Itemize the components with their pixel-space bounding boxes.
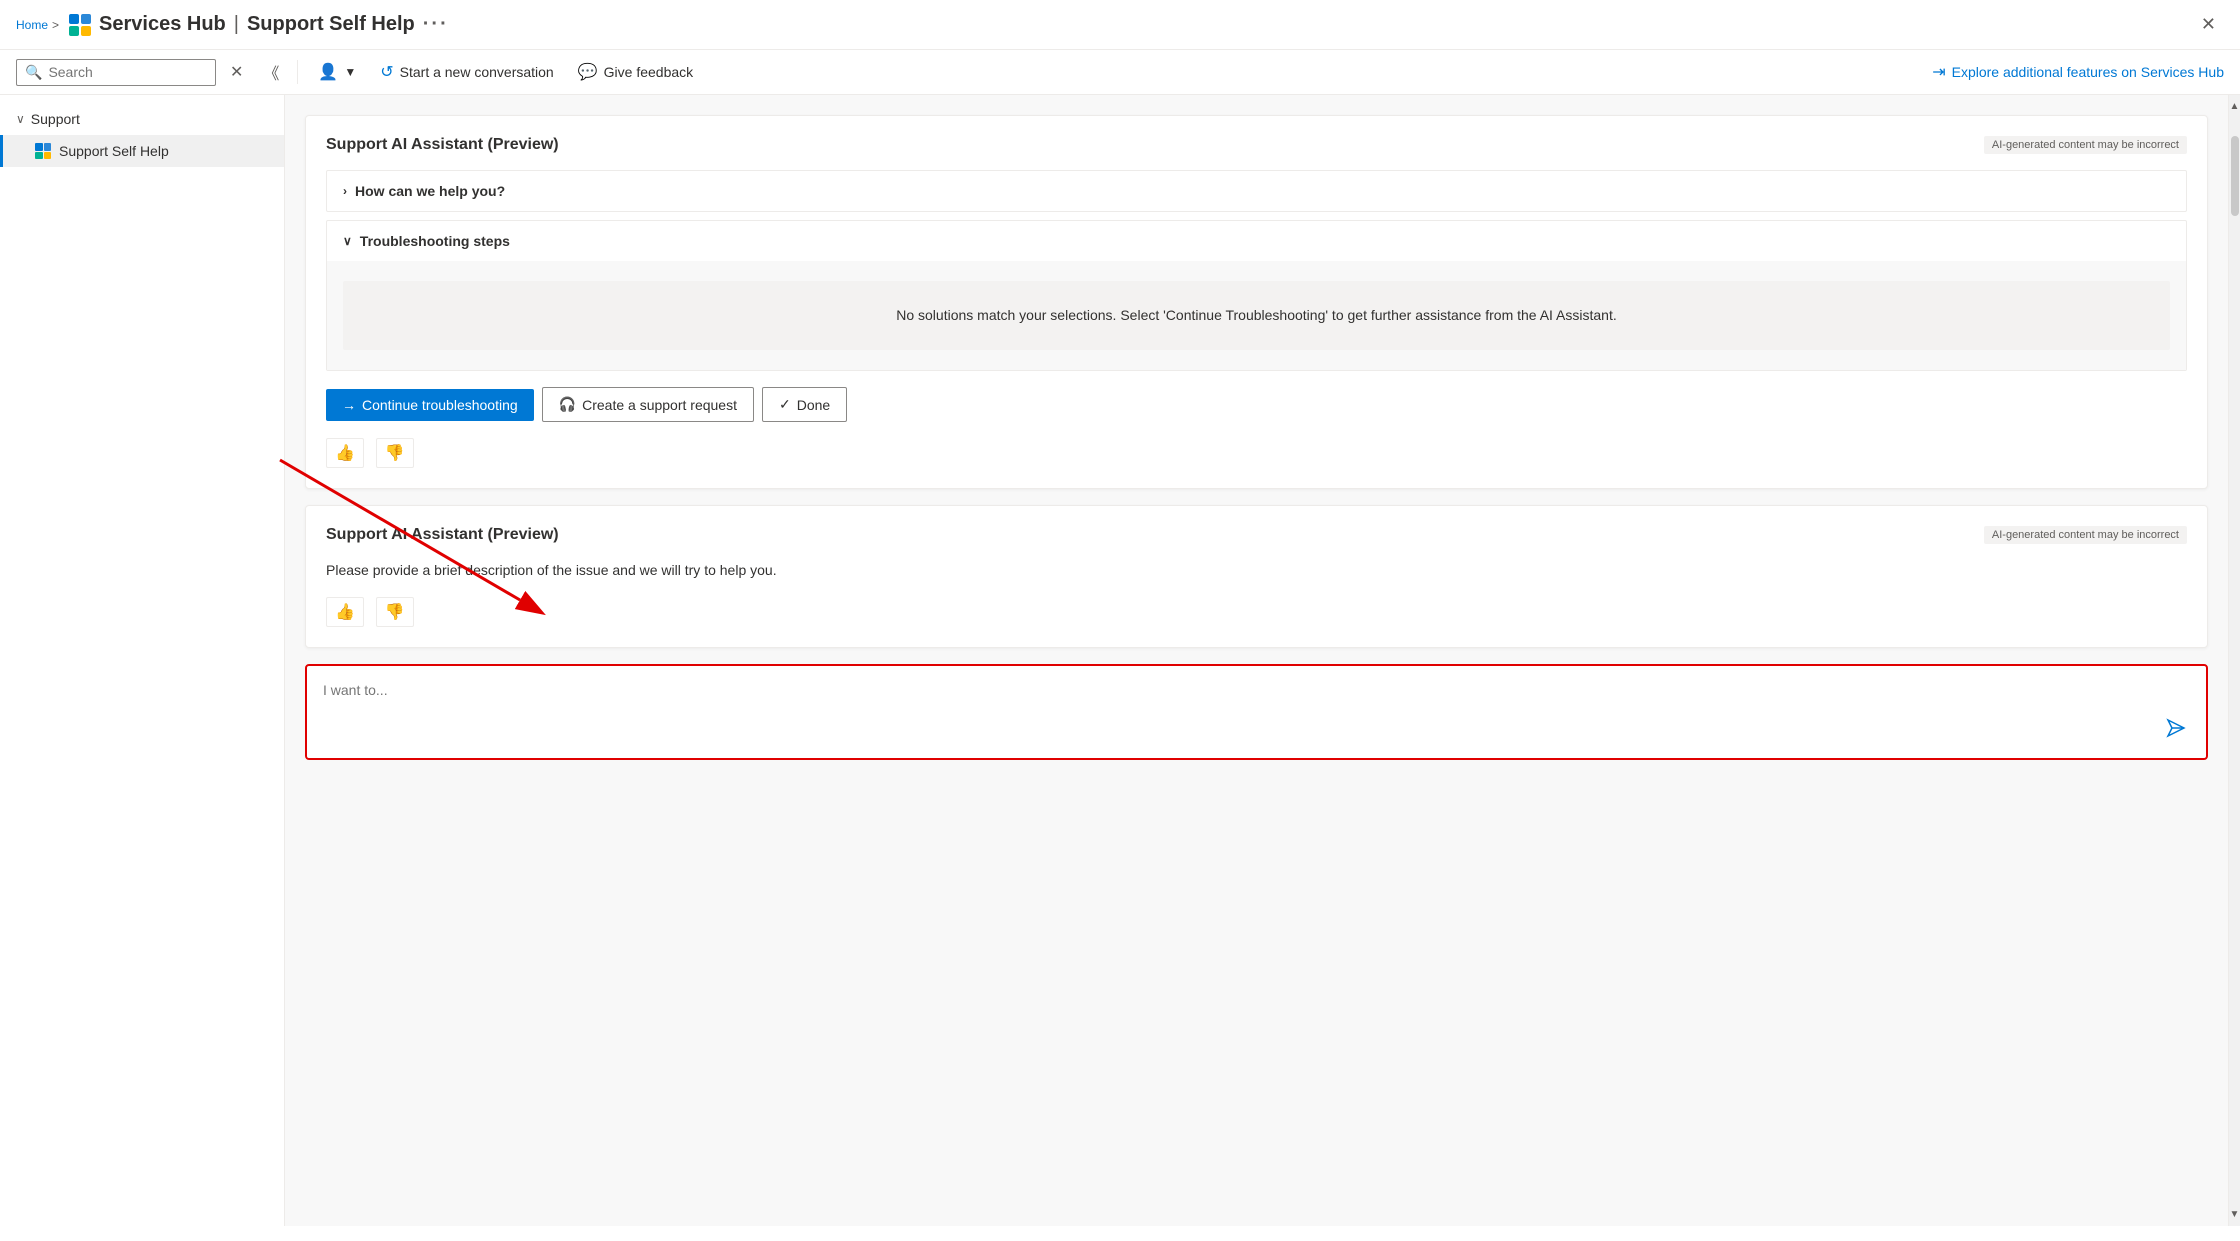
sidebar-group-label: Support [31, 111, 80, 127]
support-self-help-icon [35, 143, 51, 159]
create-support-request-button[interactable]: 🎧 Create a support request [542, 387, 754, 422]
breadcrumb-separator: > [52, 18, 59, 32]
user-icon: 👤 [318, 62, 338, 82]
input-area [323, 682, 2190, 742]
more-options-btn[interactable]: ··· [423, 13, 449, 36]
sidebar-section: ∨ Support Support Self Help [0, 95, 284, 175]
waffle-icon [69, 14, 91, 36]
headset-icon: 🎧 [559, 396, 576, 413]
content-area: Support AI Assistant (Preview) AI-genera… [285, 95, 2228, 1226]
continue-troubleshooting-button[interactable]: → Continue troubleshooting [326, 389, 534, 421]
title-bar: Home > Services Hub | Support Self Help … [0, 0, 2240, 50]
breadcrumb: Home > [16, 18, 59, 32]
troubleshooting-label: Troubleshooting steps [360, 233, 510, 249]
troubleshooting-header[interactable]: ∨ Troubleshooting steps [327, 221, 2186, 261]
message-input[interactable] [323, 682, 2154, 742]
card-2-description: Please provide a brief description of th… [326, 560, 2187, 581]
toolbar: 🔍 ✕ 《 👤 ▼ ↺ Start a new conversation 💬 G… [0, 50, 2240, 95]
thumbs-down-button-1[interactable]: 👎 [376, 438, 414, 468]
scroll-up-button[interactable]: ▲ [2229, 97, 2240, 116]
card-2-feedback: 👍 👎 [326, 597, 2187, 627]
title-section: Support Self Help [247, 13, 415, 36]
explore-icon: ⇥ [1932, 62, 1945, 82]
card-1-feedback: 👍 👎 [326, 438, 2187, 468]
title-divider: | [234, 13, 239, 36]
scroll-thumb[interactable] [2231, 136, 2239, 216]
troubleshooting-accordion: ∨ Troubleshooting steps No solutions mat… [326, 220, 2187, 371]
input-card [305, 664, 2208, 760]
sidebar-item-label: Support Self Help [59, 143, 169, 159]
thumbs-up-button-1[interactable]: 👍 [326, 438, 364, 468]
search-icon: 🔍 [25, 64, 42, 81]
send-button[interactable] [2162, 714, 2190, 742]
checkmark-icon: ✓ [779, 396, 791, 413]
right-scrollbar: ▲ ▼ [2228, 95, 2240, 1226]
thumbs-down-button-2[interactable]: 👎 [376, 597, 414, 627]
card-1-header: Support AI Assistant (Preview) AI-genera… [326, 136, 2187, 154]
sidebar-item-support-self-help[interactable]: Support Self Help [0, 135, 284, 167]
done-button[interactable]: ✓ Done [762, 387, 847, 422]
accordion-collapsed-icon: › [343, 184, 347, 198]
sidebar: ∨ Support Support Self Help [0, 95, 285, 1226]
search-box: 🔍 [16, 59, 216, 86]
continue-troubleshooting-label: Continue troubleshooting [362, 397, 518, 413]
thumbs-up-button-2[interactable]: 👍 [326, 597, 364, 627]
user-dropdown-icon: ▼ [344, 65, 356, 79]
action-buttons: → Continue troubleshooting 🎧 Create a su… [326, 387, 2187, 422]
toolbar-right: ⇥ Explore additional features on Service… [1932, 62, 2224, 82]
troubleshooting-body: No solutions match your selections. Sele… [327, 261, 2186, 370]
no-solutions-message: No solutions match your selections. Sele… [343, 281, 2170, 350]
ai-assistant-card-2: Support AI Assistant (Preview) AI-genera… [305, 505, 2208, 648]
send-icon [2166, 718, 2186, 738]
toolbar-separator [297, 60, 298, 84]
feedback-icon: 💬 [578, 62, 598, 82]
main-layout: ∨ Support Support Self Help Support AI A… [0, 95, 2240, 1226]
new-conversation-label: Start a new conversation [400, 64, 554, 80]
ai-assistant-card-1: Support AI Assistant (Preview) AI-genera… [305, 115, 2208, 489]
collapse-search-button[interactable]: 《 [257, 58, 285, 86]
sidebar-group-support[interactable]: ∨ Support [0, 103, 284, 135]
card-2-ai-badge: AI-generated content may be incorrect [1984, 526, 2187, 544]
search-input[interactable] [48, 64, 188, 80]
explore-link[interactable]: Explore additional features on Services … [1952, 64, 2224, 80]
done-label: Done [797, 397, 830, 413]
sidebar-chevron-icon: ∨ [16, 112, 25, 126]
accordion-expanded-icon: ∨ [343, 234, 352, 248]
how-can-we-help-label: How can we help you? [355, 183, 505, 199]
breadcrumb-home[interactable]: Home [16, 18, 48, 32]
how-can-we-help-accordion: › How can we help you? [326, 170, 2187, 212]
content-wrapper: Support AI Assistant (Preview) AI-genera… [285, 95, 2240, 1226]
refresh-icon: ↺ [380, 62, 393, 82]
scroll-down-button[interactable]: ▼ [2229, 1205, 2240, 1224]
close-button[interactable]: ✕ [2193, 10, 2224, 39]
create-support-request-label: Create a support request [582, 397, 737, 413]
app-name: Services Hub [99, 13, 226, 36]
new-conversation-button[interactable]: ↺ Start a new conversation [372, 58, 562, 86]
card-1-title: Support AI Assistant (Preview) [326, 136, 559, 154]
give-feedback-label: Give feedback [604, 64, 694, 80]
how-can-we-help-header[interactable]: › How can we help you? [327, 171, 2186, 211]
arrow-right-icon: → [342, 397, 356, 413]
user-profile-button[interactable]: 👤 ▼ [310, 58, 364, 86]
clear-search-button[interactable]: ✕ [224, 60, 249, 84]
card-2-header: Support AI Assistant (Preview) AI-genera… [326, 526, 2187, 544]
give-feedback-button[interactable]: 💬 Give feedback [570, 58, 701, 86]
no-solutions-text: No solutions match your selections. Sele… [896, 307, 1617, 323]
card-1-ai-badge: AI-generated content may be incorrect [1984, 136, 2187, 154]
app-title: Services Hub | Support Self Help ··· [69, 13, 449, 36]
card-2-title: Support AI Assistant (Preview) [326, 526, 559, 544]
